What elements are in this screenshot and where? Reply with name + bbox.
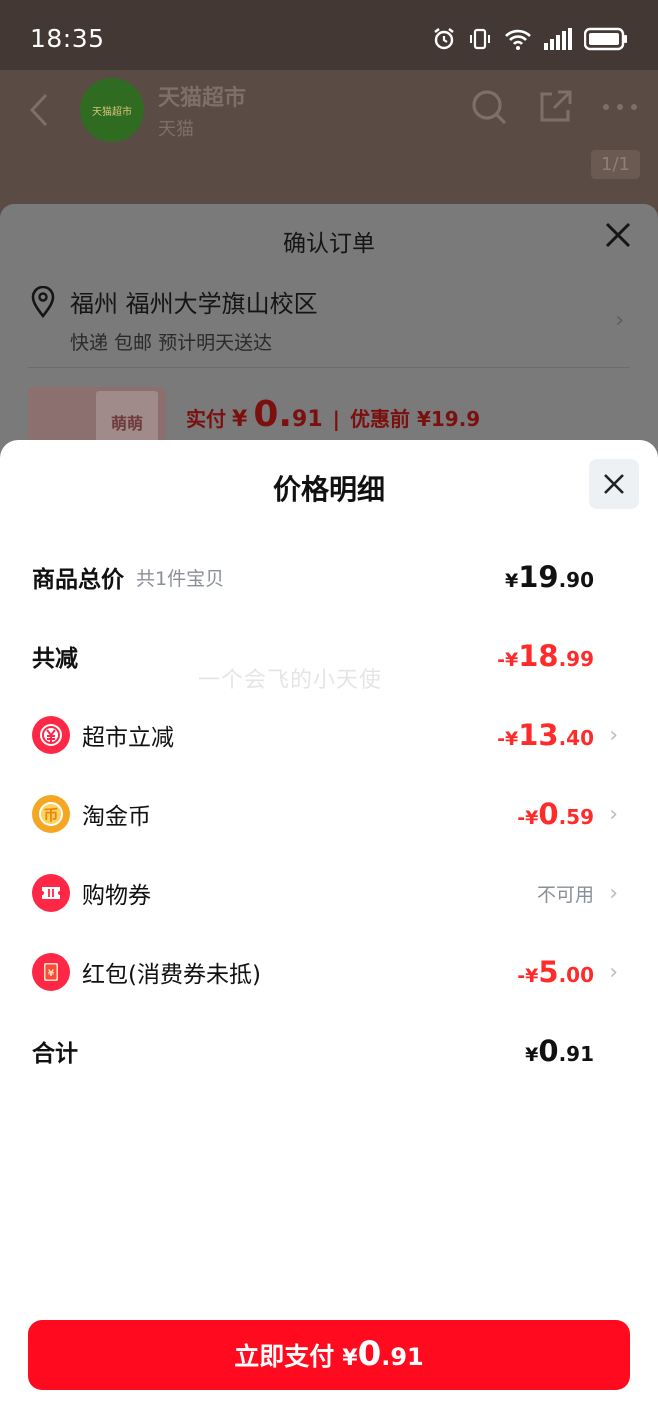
row-amount: -¥ 18.99 xyxy=(497,639,594,673)
close-icon xyxy=(604,474,624,494)
actual-payment-currency: ¥ xyxy=(232,407,248,432)
status-time: 18:35 xyxy=(30,24,105,53)
amount-dec: .91 xyxy=(558,1042,594,1066)
row-total: 合计 ¥0.91 xyxy=(32,1029,618,1073)
delivery-address[interactable]: 福州 福州大学旗山校区 xyxy=(70,284,318,319)
row-label: 红包(消费券未抵) xyxy=(82,962,261,988)
amount-int: 0 xyxy=(538,797,559,831)
row-goods-total: 商品总价 共1件宝贝 ¥19.90 xyxy=(32,555,618,599)
row-total-discount: 共减 -¥ 18.99 xyxy=(32,634,618,678)
amount-dec: .40 xyxy=(558,726,594,750)
chevron-right-icon: › xyxy=(609,801,618,827)
row-amount: -¥ 5.00 xyxy=(517,955,594,989)
store-logo[interactable]: 天猫超市 xyxy=(80,78,144,142)
store-subtitle: 天猫 xyxy=(158,119,194,140)
chevron-right-icon: › xyxy=(609,959,618,985)
confirm-order-sheet: 确认订单 福州 福州大学旗山校区 快递 包邮 预计明天送达 › 萌萌 实付 ¥ … xyxy=(0,204,658,464)
row-taobao-coins[interactable]: 币 淘金币 -¥ 0.59 › xyxy=(32,792,618,836)
row-label: 购物券 xyxy=(82,883,151,909)
actual-payment: 实付 ¥ 0.91 | 优惠前 ¥19.9 xyxy=(186,394,480,435)
confirm-order-title: 确认订单 xyxy=(283,231,375,257)
chevron-right-icon: › xyxy=(609,722,618,748)
amount-dec: .59 xyxy=(558,805,594,829)
price-before-discount: 优惠前 ¥19.9 xyxy=(349,407,481,431)
chevron-right-icon[interactable]: › xyxy=(615,308,624,333)
alarm-icon xyxy=(434,28,454,50)
pay-button-dec: .91 xyxy=(381,1343,424,1371)
actual-payment-label: 实付 xyxy=(186,407,226,431)
amount-currency: -¥ xyxy=(517,807,539,829)
more-icon[interactable] xyxy=(602,88,638,126)
pay-button-int: 0 xyxy=(357,1334,382,1374)
close-icon[interactable] xyxy=(604,221,632,249)
discount-icon xyxy=(32,716,70,754)
amount-currency: -¥ xyxy=(497,649,519,671)
signal-icon xyxy=(544,28,572,50)
row-amount: ¥19.90 xyxy=(505,560,594,594)
search-icon[interactable] xyxy=(470,88,508,126)
ticket-icon xyxy=(32,874,70,912)
coin-icon: 币 xyxy=(32,795,70,833)
row-amount: ¥0.91 xyxy=(525,1034,594,1068)
amount-currency: ¥ xyxy=(525,1044,539,1066)
location-pin-icon xyxy=(31,286,55,318)
amount-int: 13 xyxy=(518,718,559,752)
amount-currency: -¥ xyxy=(497,728,519,750)
store-toolbar xyxy=(470,88,638,126)
share-icon[interactable] xyxy=(536,88,574,126)
shipping-info: 快递 包邮 预计明天送达 xyxy=(70,332,273,354)
red-envelope-icon: ¥ xyxy=(32,953,70,991)
row-sub: 共1件宝贝 xyxy=(136,567,225,590)
row-supermarket-discount[interactable]: 超市立减 -¥ 13.40 › xyxy=(32,713,618,757)
separator: | xyxy=(332,407,340,431)
row-label: 商品总价 xyxy=(32,567,124,593)
back-arrow-icon[interactable] xyxy=(28,92,50,128)
actual-payment-dec: 91 xyxy=(292,407,323,432)
pay-button-label: 立即支付 xyxy=(234,1342,335,1371)
amount-dec: .99 xyxy=(558,647,594,671)
status-icons xyxy=(432,24,628,54)
battery-icon xyxy=(584,27,627,51)
pay-now-button[interactable]: 立即支付 ¥0.91 xyxy=(28,1320,630,1390)
row-label: 合计 xyxy=(32,1041,78,1067)
amount-int: 19 xyxy=(518,560,559,594)
divider xyxy=(28,367,630,368)
row-amount: -¥ 13.40 xyxy=(497,718,594,752)
amount-currency: -¥ xyxy=(517,965,539,987)
amount-currency: ¥ xyxy=(504,570,519,592)
row-shopping-voucher[interactable]: 购物券 不可用 › xyxy=(32,871,618,915)
status-bar: 18:35 xyxy=(0,0,658,70)
image-pager: 1/1 xyxy=(591,150,640,179)
row-status: 不可用 xyxy=(536,883,594,906)
price-detail-sheet: 价格明细 一个会飞的小天使 商品总价 共1件宝贝 ¥19.90 共减 -¥ 18.… xyxy=(0,440,658,1416)
amount-dec: .90 xyxy=(558,568,594,592)
row-label: 超市立减 xyxy=(82,725,174,751)
vibrate-icon xyxy=(470,28,490,50)
chevron-right-icon: › xyxy=(609,880,618,906)
actual-payment-int: 0. xyxy=(253,394,293,435)
close-button[interactable] xyxy=(589,459,639,509)
row-label: 共减 xyxy=(32,646,78,672)
row-amount: -¥ 0.59 xyxy=(517,797,594,831)
price-detail-title: 价格明细 xyxy=(272,473,385,506)
amount-int: 5 xyxy=(538,955,559,989)
wifi-icon xyxy=(505,29,531,50)
row-red-envelope[interactable]: ¥ 红包(消费券未抵) -¥ 5.00 › xyxy=(32,950,618,994)
svg-text:币: 币 xyxy=(43,806,58,824)
amount-int: 18 xyxy=(518,639,559,673)
amount-int: 0 xyxy=(538,1034,559,1068)
row-label: 淘金币 xyxy=(82,804,151,830)
svg-text:¥: ¥ xyxy=(48,969,55,979)
pay-button-currency: ¥ xyxy=(342,1346,358,1371)
amount-dec: .00 xyxy=(558,963,594,987)
store-name: 天猫超市 xyxy=(158,86,247,111)
